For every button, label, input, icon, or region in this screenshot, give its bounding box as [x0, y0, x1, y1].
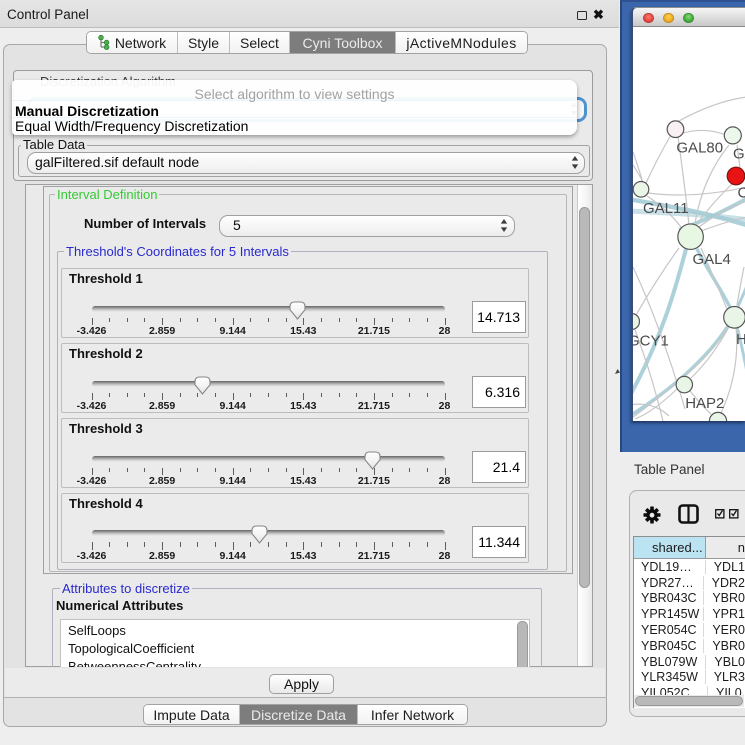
svg-text:GAL4: GAL4	[693, 251, 731, 268]
svg-text:C: C	[738, 185, 745, 202]
svg-text:GAL11: GAL11	[643, 200, 689, 217]
svg-text:H: H	[736, 331, 745, 348]
svg-text:GAL80: GAL80	[676, 140, 723, 157]
svg-text:GA: GA	[733, 145, 745, 162]
svg-text:GCY1: GCY1	[633, 333, 669, 350]
svg-text:HAP2: HAP2	[685, 395, 724, 412]
